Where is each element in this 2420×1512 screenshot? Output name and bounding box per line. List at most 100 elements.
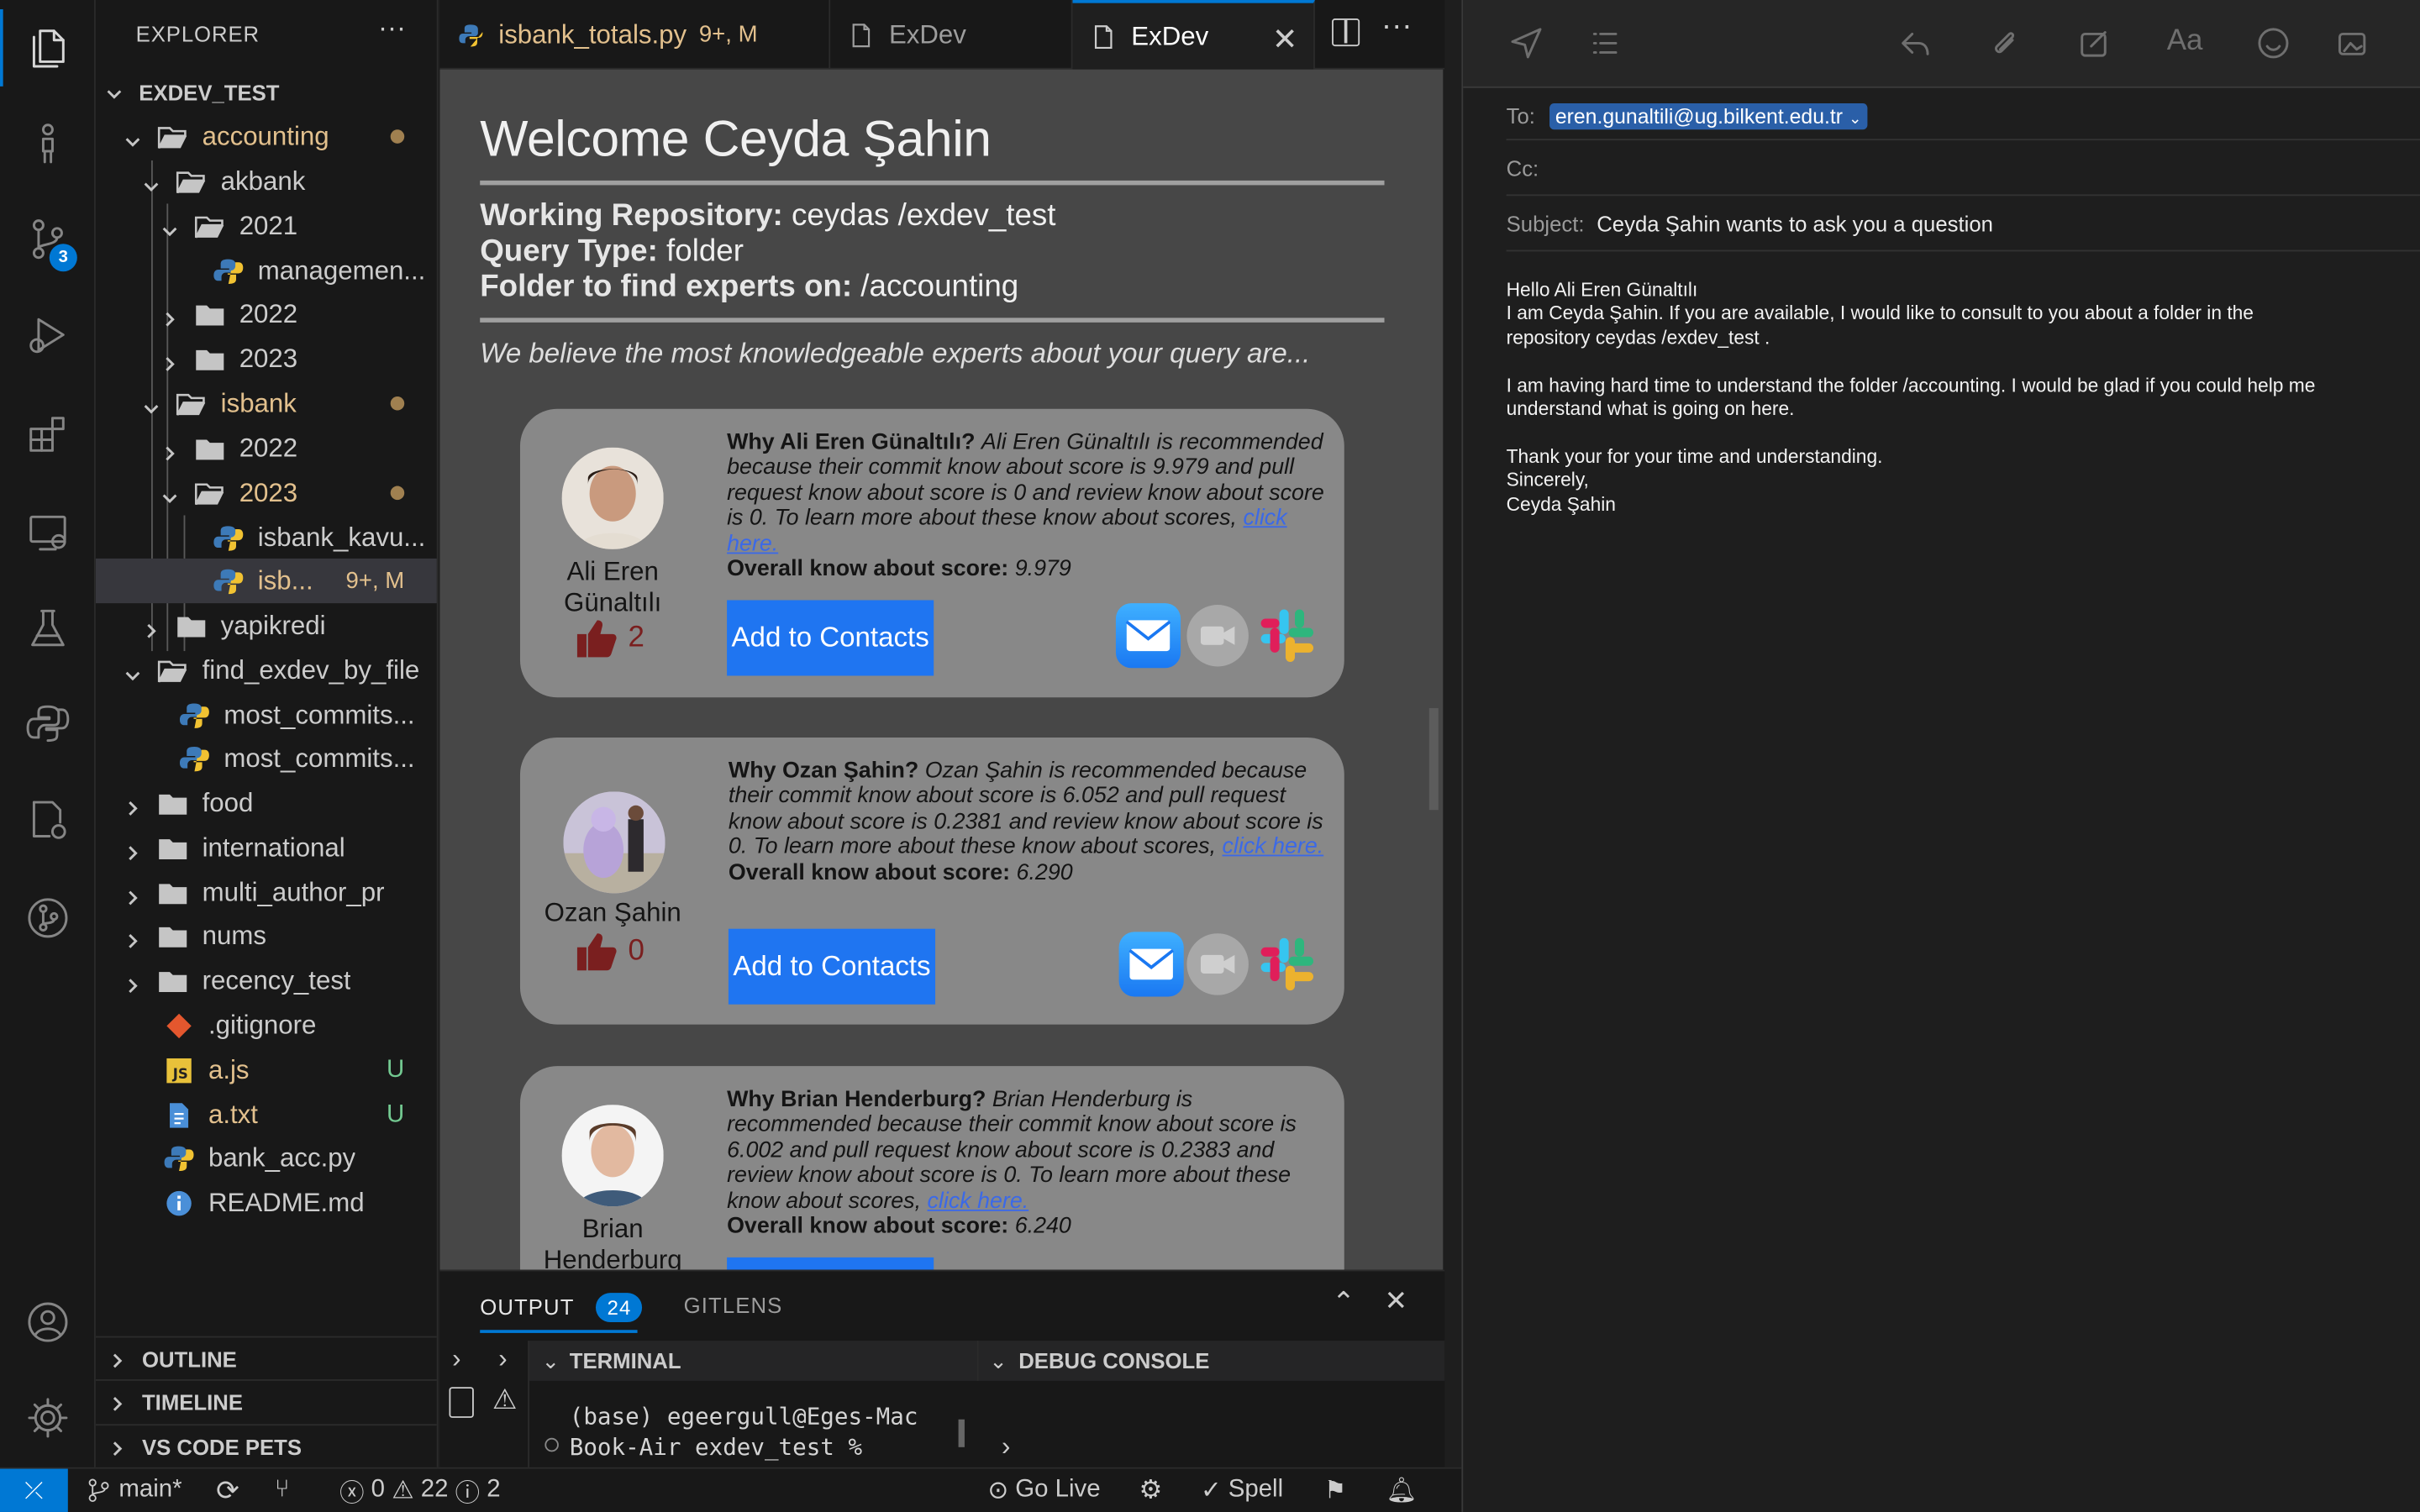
- explorer-root[interactable]: EXDEV_TEST: [96, 70, 437, 114]
- vscode-pets-section[interactable]: VS CODE PETS: [95, 1424, 437, 1467]
- source-control-icon[interactable]: 3: [0, 201, 96, 278]
- close-icon[interactable]: ✕: [1272, 20, 1298, 59]
- run-debug-icon[interactable]: [0, 297, 96, 374]
- tree-folder-item[interactable]: accounting: [96, 114, 437, 159]
- tree-folder-item[interactable]: isbank: [96, 381, 437, 426]
- video-call-icon[interactable]: [1186, 604, 1249, 667]
- tree-file-item[interactable]: most_commits...: [96, 736, 437, 780]
- bell-icon[interactable]: 🔔︎: [1386, 1469, 1417, 1512]
- tree-file-item[interactable]: bank_acc.py: [96, 1136, 437, 1180]
- chevron-right-icon[interactable]: ›: [452, 1344, 460, 1375]
- chevron-right-icon[interactable]: ›: [498, 1344, 507, 1375]
- subject-field[interactable]: Subject: Ceyda Şahin wants to ask you a q…: [1507, 212, 2420, 236]
- message-body[interactable]: Hello Ali Eren Günaltılı I am Ceyda Şahin…: [1507, 279, 2386, 517]
- photo-browser-icon[interactable]: [2337, 26, 2370, 60]
- terminal-output[interactable]: (base) egeergull@Eges-Mac Book-Air exdev_…: [570, 1401, 918, 1462]
- explorer-icon[interactable]: [0, 9, 96, 87]
- tree-folder-item[interactable]: multi_author_pr: [96, 870, 437, 915]
- format-text-icon[interactable]: Aa: [2167, 24, 2203, 58]
- tree-folder-item[interactable]: 2023: [96, 470, 437, 515]
- terminal-header[interactable]: TERMINAL: [529, 1341, 977, 1381]
- learn-more-link[interactable]: click here.: [1223, 835, 1324, 859]
- outline-section[interactable]: OUTLINE: [95, 1336, 437, 1379]
- python-icon[interactable]: [0, 685, 96, 762]
- tree-folder-item[interactable]: find_exdev_by_file: [96, 648, 437, 692]
- tab-exdev-2[interactable]: ExDev ✕: [1072, 0, 1315, 70]
- tree-file-item[interactable]: a.txt U: [96, 1092, 437, 1137]
- slack-icon[interactable]: [1256, 933, 1318, 995]
- branch-indicator[interactable]: main*: [87, 1469, 182, 1512]
- cc-field[interactable]: Cc:: [1507, 156, 2420, 181]
- warning-icon[interactable]: ⚠: [492, 1384, 518, 1417]
- tree-file-item[interactable]: README.md: [96, 1180, 437, 1225]
- scrollbar[interactable]: [958, 1419, 965, 1447]
- remote-indicator-icon[interactable]: ⤫: [0, 1468, 68, 1512]
- maximize-panel-icon[interactable]: ⌃: [1332, 1287, 1355, 1320]
- testing-icon[interactable]: [0, 590, 96, 667]
- add-to-contacts-button[interactable]: Add to Contacts: [728, 928, 936, 1005]
- tree-file-item[interactable]: isbank_kavu...: [96, 515, 437, 559]
- tab-exdev-1[interactable]: ExDev: [830, 0, 1073, 70]
- list-format-icon[interactable]: [1590, 26, 1623, 60]
- tree-folder-item[interactable]: akbank: [96, 159, 437, 203]
- vote-count[interactable]: 0: [576, 932, 644, 972]
- sync-icon[interactable]: ⟳: [216, 1469, 239, 1512]
- message-body-line: repository ceydas /exdev_test .: [1506, 327, 1770, 349]
- attachment-icon[interactable]: [1988, 26, 2022, 60]
- feedback-icon[interactable]: ⚑: [1324, 1469, 1346, 1512]
- tree-folder-item[interactable]: food: [96, 780, 437, 825]
- remote-explorer-icon[interactable]: [0, 494, 96, 571]
- gear-icon[interactable]: [0, 1379, 96, 1457]
- git-graph-icon[interactable]: ⑂: [275, 1469, 290, 1512]
- tree-folder-item[interactable]: 2022: [96, 291, 437, 336]
- gitlens-icon[interactable]: [0, 879, 96, 957]
- copilot-icon[interactable]: ⚙: [1139, 1469, 1162, 1512]
- to-field[interactable]: To: eren.gunaltili@ug.bilkent.edu.tr ⌄: [1507, 99, 2420, 133]
- tab-gitlens[interactable]: GITLENS: [684, 1293, 783, 1317]
- tree-folder-item[interactable]: 2022: [96, 426, 437, 470]
- add-to-contacts-button[interactable]: Add to Contacts: [727, 1257, 934, 1270]
- more-actions-icon[interactable]: ···: [378, 13, 406, 45]
- tree-file-item[interactable]: most_commits...: [96, 693, 437, 738]
- tab-output[interactable]: OUTPUT 24: [480, 1293, 643, 1323]
- split-editor-icon[interactable]: [1332, 18, 1360, 47]
- settings-sync-icon[interactable]: [0, 780, 96, 858]
- slack-icon[interactable]: [1256, 605, 1318, 666]
- tree-folder-item[interactable]: 2021: [96, 203, 437, 248]
- markup-icon[interactable]: [2077, 26, 2111, 60]
- tab-isbank-totals[interactable]: isbank_totals.py 9+, M: [439, 0, 831, 70]
- timeline-section[interactable]: TIMELINE: [95, 1379, 437, 1422]
- video-call-icon[interactable]: [1186, 933, 1249, 995]
- tree-folder-item[interactable]: nums: [96, 913, 437, 958]
- close-panel-icon[interactable]: ✕: [1385, 1285, 1408, 1318]
- recipient-token[interactable]: eren.gunaltili@ug.bilkent.edu.tr ⌄: [1549, 102, 1868, 129]
- pet-icon[interactable]: [0, 105, 96, 182]
- tree-file-item[interactable]: isb... 9+, M: [95, 558, 437, 604]
- more-actions-icon[interactable]: ···: [1381, 9, 1413, 45]
- problems-indicator[interactable]: ⓧ 0 ⚠ 22 ⓘ 2: [339, 1469, 500, 1512]
- reply-icon[interactable]: [1898, 26, 1932, 60]
- tree-folder-item[interactable]: 2023: [96, 336, 437, 381]
- extensions-icon[interactable]: [0, 395, 96, 472]
- emoji-icon[interactable]: [2256, 26, 2290, 60]
- vote-count[interactable]: 2: [576, 619, 644, 659]
- clipboard-icon[interactable]: [449, 1387, 474, 1418]
- tree-folder-item[interactable]: international: [96, 826, 437, 870]
- debug-console-header[interactable]: DEBUG CONSOLE: [976, 1341, 1445, 1381]
- send-icon[interactable]: [1509, 26, 1543, 60]
- accounts-icon[interactable]: [0, 1284, 96, 1361]
- learn-more-link[interactable]: click here.: [928, 1189, 1029, 1213]
- add-to-contacts-button[interactable]: Add to Contacts: [727, 600, 934, 676]
- mail-icon[interactable]: [1118, 932, 1184, 997]
- tree-folder-item[interactable]: recency_test: [96, 958, 437, 1003]
- tree-file-item[interactable]: managemen...: [96, 249, 437, 293]
- go-live-button[interactable]: ⊙ Go Live: [987, 1469, 1100, 1512]
- spell-check-button[interactable]: ✓ Spell: [1201, 1469, 1283, 1512]
- tree-file-item[interactable]: JS a.js U: [96, 1047, 437, 1092]
- mail-icon[interactable]: [1115, 603, 1181, 669]
- scrollbar[interactable]: [1428, 708, 1439, 811]
- tree-folder-item[interactable]: yapikredi: [96, 603, 437, 648]
- thumbs-up-icon: [576, 933, 617, 971]
- git-file-icon: [164, 1011, 195, 1039]
- tree-file-item[interactable]: .gitignore: [96, 1003, 437, 1047]
